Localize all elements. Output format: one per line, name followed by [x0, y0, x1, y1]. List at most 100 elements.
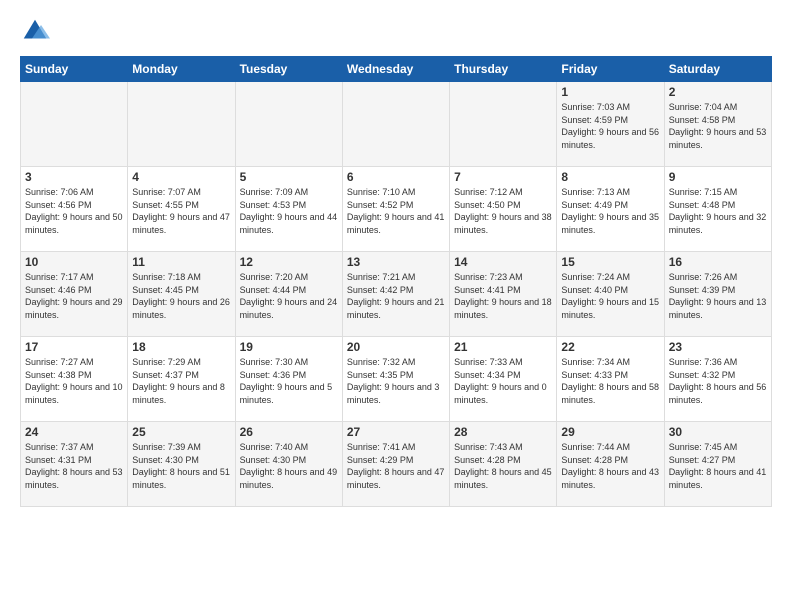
calendar-cell: 13 Sunrise: 7:21 AM Sunset: 4:42 PM Dayli…	[342, 252, 449, 337]
day-info: Sunrise: 7:45 AM Sunset: 4:27 PM Dayligh…	[669, 441, 767, 491]
day-info: Sunrise: 7:41 AM Sunset: 4:29 PM Dayligh…	[347, 441, 445, 491]
calendar-cell: 16Sunrise: 7:26 AM Sunset: 4:39 PM Dayli…	[664, 252, 771, 337]
day-info: Sunrise: 7:20 AM Sunset: 4:44 PM Dayligh…	[240, 271, 338, 321]
day-info: Sunrise: 7:43 AM Sunset: 4:28 PM Dayligh…	[454, 441, 552, 491]
day-info: Sunrise: 7:27 AM Sunset: 4:38 PM Dayligh…	[25, 356, 123, 406]
calendar-cell: 19 Sunrise: 7:30 AM Sunset: 4:36 PM Dayli…	[235, 337, 342, 422]
day-info: Sunrise: 7:03 AM Sunset: 4:59 PM Dayligh…	[561, 101, 659, 151]
day-number: 21	[454, 340, 552, 354]
day-info: Sunrise: 7:21 AM Sunset: 4:42 PM Dayligh…	[347, 271, 445, 321]
calendar-week-2: 3 Sunrise: 7:06 AM Sunset: 4:56 PM Daylig…	[21, 167, 772, 252]
day-number: 17	[25, 340, 123, 354]
day-info: Sunrise: 7:10 AM Sunset: 4:52 PM Dayligh…	[347, 186, 445, 236]
calendar-week-4: 17 Sunrise: 7:27 AM Sunset: 4:38 PM Dayli…	[21, 337, 772, 422]
calendar-cell: 10Sunrise: 7:17 AM Sunset: 4:46 PM Dayli…	[21, 252, 128, 337]
day-number: 2	[669, 85, 767, 99]
day-number: 24	[25, 425, 123, 439]
day-number: 23	[669, 340, 767, 354]
day-number: 30	[669, 425, 767, 439]
day-info: Sunrise: 7:33 AM Sunset: 4:34 PM Dayligh…	[454, 356, 552, 406]
day-number: 15	[561, 255, 659, 269]
calendar-cell: 28 Sunrise: 7:43 AM Sunset: 4:28 PM Dayli…	[450, 422, 557, 507]
calendar: SundayMondayTuesdayWednesdayThursdayFrid…	[20, 56, 772, 507]
day-number: 9	[669, 170, 767, 184]
calendar-cell: 12 Sunrise: 7:20 AM Sunset: 4:44 PM Dayli…	[235, 252, 342, 337]
calendar-cell: 27 Sunrise: 7:41 AM Sunset: 4:29 PM Dayli…	[342, 422, 449, 507]
calendar-cell	[342, 82, 449, 167]
day-number: 6	[347, 170, 445, 184]
logo-icon	[20, 16, 50, 46]
day-number: 19	[240, 340, 338, 354]
day-info: Sunrise: 7:12 AM Sunset: 4:50 PM Dayligh…	[454, 186, 552, 236]
day-info: Sunrise: 7:39 AM Sunset: 4:30 PM Dayligh…	[132, 441, 230, 491]
calendar-header-row: SundayMondayTuesdayWednesdayThursdayFrid…	[21, 57, 772, 82]
calendar-cell: 20Sunrise: 7:32 AM Sunset: 4:35 PM Dayli…	[342, 337, 449, 422]
calendar-cell: 21 Sunrise: 7:33 AM Sunset: 4:34 PM Dayli…	[450, 337, 557, 422]
calendar-cell: 9 Sunrise: 7:15 AM Sunset: 4:48 PM Daylig…	[664, 167, 771, 252]
calendar-cell	[450, 82, 557, 167]
day-number: 22	[561, 340, 659, 354]
day-info: Sunrise: 7:30 AM Sunset: 4:36 PM Dayligh…	[240, 356, 338, 406]
calendar-cell: 15 Sunrise: 7:24 AM Sunset: 4:40 PM Dayli…	[557, 252, 664, 337]
day-number: 11	[132, 255, 230, 269]
day-number: 8	[561, 170, 659, 184]
day-number: 5	[240, 170, 338, 184]
day-info: Sunrise: 7:04 AM Sunset: 4:58 PM Dayligh…	[669, 101, 767, 151]
day-info: Sunrise: 7:15 AM Sunset: 4:48 PM Dayligh…	[669, 186, 767, 236]
calendar-cell: 6 Sunrise: 7:10 AM Sunset: 4:52 PM Daylig…	[342, 167, 449, 252]
calendar-cell: 3 Sunrise: 7:06 AM Sunset: 4:56 PM Daylig…	[21, 167, 128, 252]
day-number: 29	[561, 425, 659, 439]
calendar-cell: 2 Sunrise: 7:04 AM Sunset: 4:58 PM Daylig…	[664, 82, 771, 167]
calendar-header-wednesday: Wednesday	[342, 57, 449, 82]
calendar-header-monday: Monday	[128, 57, 235, 82]
calendar-week-3: 10Sunrise: 7:17 AM Sunset: 4:46 PM Dayli…	[21, 252, 772, 337]
day-info: Sunrise: 7:44 AM Sunset: 4:28 PM Dayligh…	[561, 441, 659, 491]
calendar-cell	[21, 82, 128, 167]
day-info: Sunrise: 7:09 AM Sunset: 4:53 PM Dayligh…	[240, 186, 338, 236]
day-number: 28	[454, 425, 552, 439]
calendar-cell: 23 Sunrise: 7:36 AM Sunset: 4:32 PM Dayli…	[664, 337, 771, 422]
calendar-cell: 22 Sunrise: 7:34 AM Sunset: 4:33 PM Dayli…	[557, 337, 664, 422]
day-number: 1	[561, 85, 659, 99]
calendar-cell: 8 Sunrise: 7:13 AM Sunset: 4:49 PM Daylig…	[557, 167, 664, 252]
calendar-cell: 18Sunrise: 7:29 AM Sunset: 4:37 PM Dayli…	[128, 337, 235, 422]
day-number: 10	[25, 255, 123, 269]
day-number: 20	[347, 340, 445, 354]
calendar-header-friday: Friday	[557, 57, 664, 82]
calendar-cell: 26Sunrise: 7:40 AM Sunset: 4:30 PM Dayli…	[235, 422, 342, 507]
calendar-cell: 5 Sunrise: 7:09 AM Sunset: 4:53 PM Daylig…	[235, 167, 342, 252]
day-info: Sunrise: 7:40 AM Sunset: 4:30 PM Dayligh…	[240, 441, 338, 491]
day-info: Sunrise: 7:18 AM Sunset: 4:45 PM Dayligh…	[132, 271, 230, 321]
day-number: 4	[132, 170, 230, 184]
day-info: Sunrise: 7:13 AM Sunset: 4:49 PM Dayligh…	[561, 186, 659, 236]
day-info: Sunrise: 7:36 AM Sunset: 4:32 PM Dayligh…	[669, 356, 767, 406]
day-info: Sunrise: 7:23 AM Sunset: 4:41 PM Dayligh…	[454, 271, 552, 321]
calendar-header-thursday: Thursday	[450, 57, 557, 82]
header	[20, 16, 772, 46]
calendar-cell	[235, 82, 342, 167]
day-info: Sunrise: 7:06 AM Sunset: 4:56 PM Dayligh…	[25, 186, 123, 236]
day-number: 14	[454, 255, 552, 269]
calendar-cell: 1 Sunrise: 7:03 AM Sunset: 4:59 PM Daylig…	[557, 82, 664, 167]
calendar-cell: 30 Sunrise: 7:45 AM Sunset: 4:27 PM Dayli…	[664, 422, 771, 507]
calendar-header-saturday: Saturday	[664, 57, 771, 82]
day-number: 12	[240, 255, 338, 269]
calendar-cell: 14 Sunrise: 7:23 AM Sunset: 4:41 PM Dayli…	[450, 252, 557, 337]
day-info: Sunrise: 7:34 AM Sunset: 4:33 PM Dayligh…	[561, 356, 659, 406]
calendar-week-5: 24Sunrise: 7:37 AM Sunset: 4:31 PM Dayli…	[21, 422, 772, 507]
calendar-cell: 24Sunrise: 7:37 AM Sunset: 4:31 PM Dayli…	[21, 422, 128, 507]
calendar-cell: 29 Sunrise: 7:44 AM Sunset: 4:28 PM Dayli…	[557, 422, 664, 507]
day-number: 18	[132, 340, 230, 354]
logo	[20, 16, 54, 46]
day-number: 27	[347, 425, 445, 439]
calendar-week-1: 1 Sunrise: 7:03 AM Sunset: 4:59 PM Daylig…	[21, 82, 772, 167]
calendar-cell: 25Sunrise: 7:39 AM Sunset: 4:30 PM Dayli…	[128, 422, 235, 507]
day-number: 3	[25, 170, 123, 184]
day-number: 13	[347, 255, 445, 269]
day-info: Sunrise: 7:07 AM Sunset: 4:55 PM Dayligh…	[132, 186, 230, 236]
day-info: Sunrise: 7:24 AM Sunset: 4:40 PM Dayligh…	[561, 271, 659, 321]
page: SundayMondayTuesdayWednesdayThursdayFrid…	[0, 0, 792, 612]
calendar-cell: 11 Sunrise: 7:18 AM Sunset: 4:45 PM Dayli…	[128, 252, 235, 337]
calendar-header-tuesday: Tuesday	[235, 57, 342, 82]
calendar-cell: 7Sunrise: 7:12 AM Sunset: 4:50 PM Daylig…	[450, 167, 557, 252]
